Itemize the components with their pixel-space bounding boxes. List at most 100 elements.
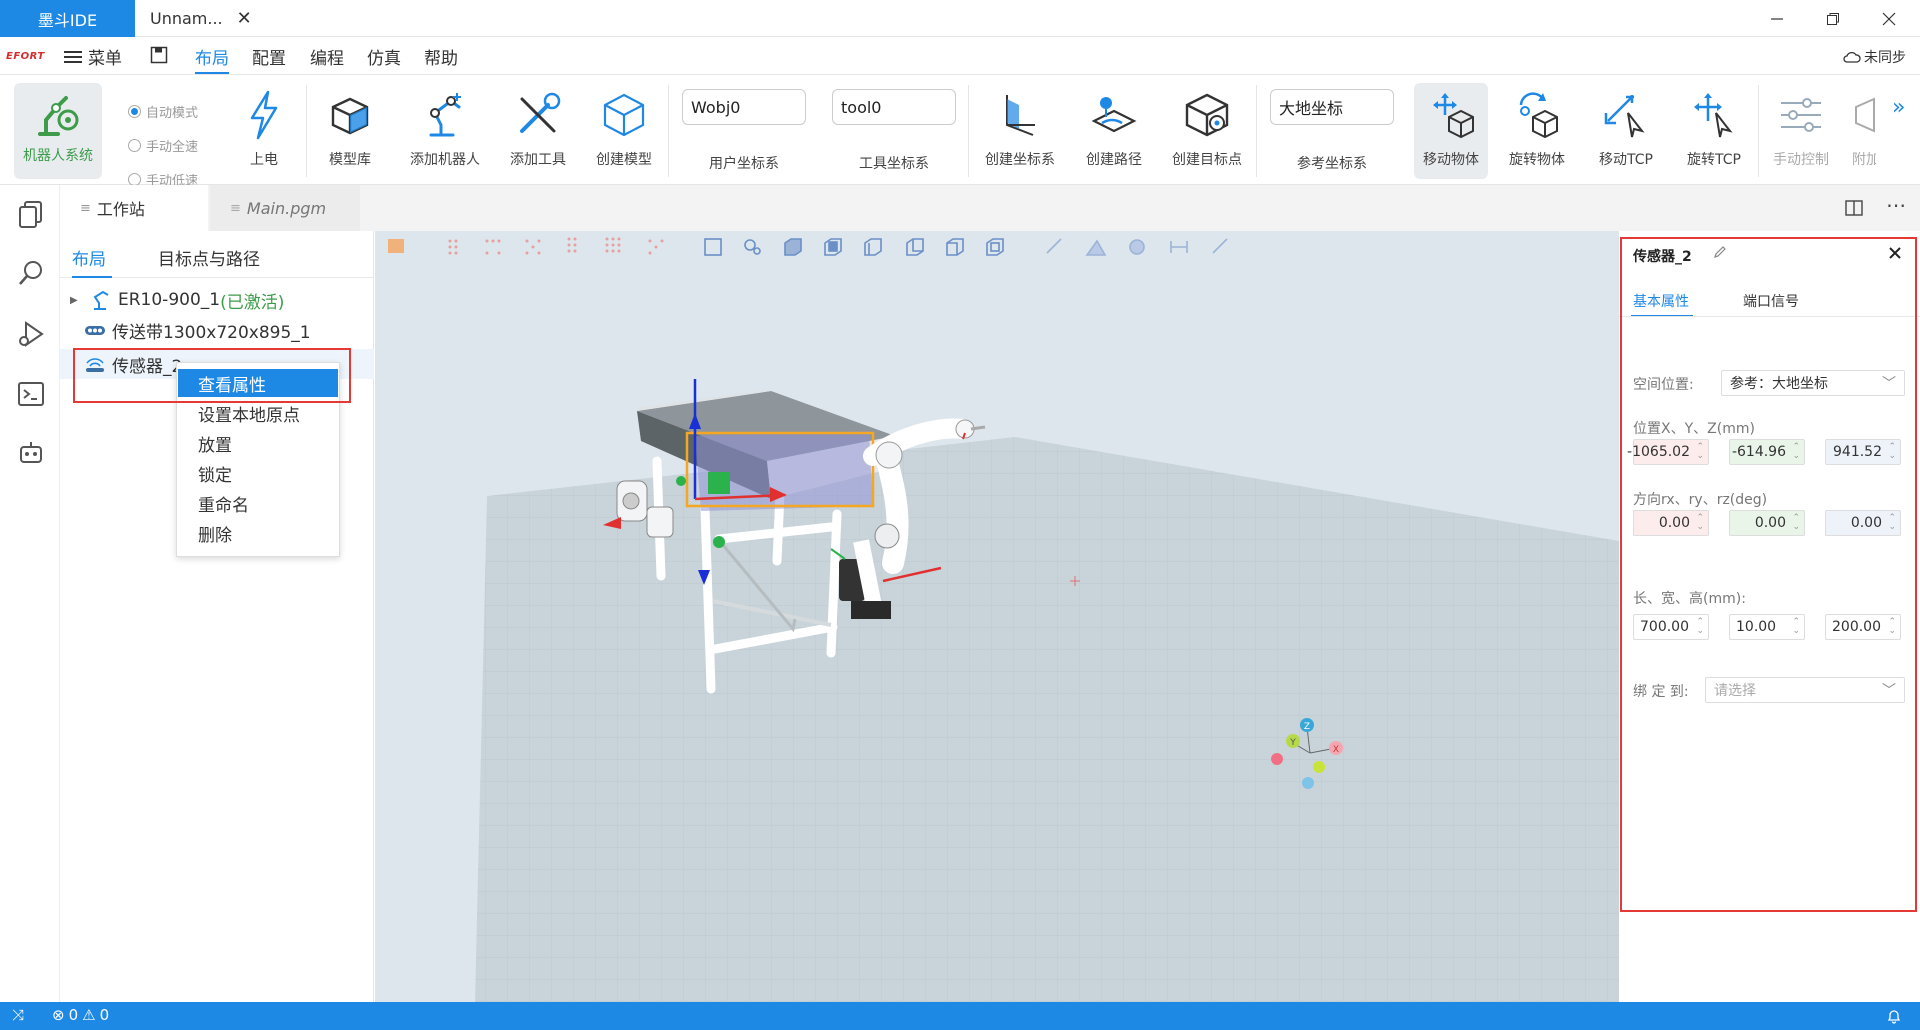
create-frame-button[interactable]: 创建坐标系 xyxy=(980,83,1060,179)
model-library-label: 模型库 xyxy=(329,152,371,168)
move-cube-icon xyxy=(1427,83,1475,147)
save-icon[interactable] xyxy=(150,46,168,64)
run-debug-icon[interactable] xyxy=(16,319,46,349)
robot-arm-icon xyxy=(421,83,469,147)
ctx-place[interactable]: 放置 xyxy=(178,429,338,457)
rotate-object-label: 旋转物体 xyxy=(1509,152,1565,168)
add-robot-button[interactable]: 添加机器人 xyxy=(402,83,488,179)
tree-item-conveyor[interactable]: 传送带1300x720x895_1 xyxy=(84,316,311,344)
rotate-tcp-icon xyxy=(1690,83,1738,147)
rotate-cube-icon xyxy=(1513,83,1561,147)
search-icon[interactable] xyxy=(16,258,46,288)
move-tcp-button[interactable]: 移动TCP xyxy=(1590,83,1662,179)
tree-conveyor-label: 传送带1300x720x895_1 xyxy=(112,322,311,343)
tool-frame-select[interactable]: tool0 xyxy=(832,89,956,125)
doc-lines-icon: ≡ xyxy=(80,200,91,216)
sync-status[interactable]: 未同步 xyxy=(1843,47,1906,67)
gizmo-center[interactable] xyxy=(708,472,730,494)
remote-icon[interactable]: ⤨ xyxy=(12,1006,24,1024)
frame-icon xyxy=(997,83,1043,147)
manual-control-label: 手动控制 xyxy=(1773,152,1829,168)
ctx-lock[interactable]: 锁定 xyxy=(178,459,338,487)
lightning-icon xyxy=(246,83,282,147)
rotate-object-button[interactable]: 旋转物体 xyxy=(1502,83,1572,179)
sliders-icon xyxy=(1779,83,1823,147)
add-tool-label: 添加工具 xyxy=(510,152,566,168)
attach-button[interactable]: 附加 xyxy=(1852,83,1876,179)
panel-tab-targets[interactable]: 目标点与路径 xyxy=(158,245,260,270)
rotate-tcp-button[interactable]: 旋转TCP xyxy=(1676,83,1752,179)
attach-icon xyxy=(1852,83,1876,147)
reference-frame-label: 参考坐标系 xyxy=(1297,156,1367,172)
close-window-button[interactable] xyxy=(1861,0,1917,37)
doc-lines-icon: ≡ xyxy=(230,200,241,216)
robot-system-label: 机器人系统 xyxy=(23,148,93,164)
panel-tab-layout[interactable]: 布局 xyxy=(72,245,106,270)
file-tab-label: Unnam... xyxy=(150,9,223,28)
3d-viewport[interactable]: Z Y X xyxy=(375,231,1619,1002)
close-tab-icon[interactable]: ✕ xyxy=(237,8,252,29)
split-editor-icon[interactable] xyxy=(1845,200,1863,216)
menu-label: 菜单 xyxy=(88,49,122,69)
axis-y-label: Y xyxy=(1289,738,1296,748)
files-icon[interactable] xyxy=(16,199,46,229)
tab-main-pgm[interactable]: ≡ Main.pgm xyxy=(210,185,360,231)
create-path-button[interactable]: 创建路径 xyxy=(1078,83,1150,179)
create-target-label: 创建目标点 xyxy=(1172,152,1242,168)
minimize-button[interactable] xyxy=(1749,0,1805,37)
move-object-button[interactable]: 移动物体 xyxy=(1414,83,1488,179)
mode-auto-label: 自动模式 xyxy=(146,106,199,121)
tree-item-robot[interactable]: ▶ ER10-900_1 (已激活) xyxy=(70,286,284,314)
mode-manual-full-radio[interactable]: 手动全速 xyxy=(128,136,198,155)
bell-icon[interactable] xyxy=(1886,1008,1902,1024)
expand-arrow-icon[interactable]: ▶ xyxy=(70,295,84,306)
axis-z-label: Z xyxy=(1304,722,1310,732)
status-bar: ⤨ ⊗ 0 ⚠ 0 xyxy=(0,1002,1920,1030)
editor-tabs: ≡ 工作站 ≡ Main.pgm ⋯ xyxy=(60,185,1920,231)
tab-workstation-label: 工作站 xyxy=(96,200,145,219)
ribbon-more-icon[interactable]: » xyxy=(1892,95,1905,120)
robot-icon[interactable] xyxy=(16,438,46,468)
menu-tab-program[interactable]: 编程 xyxy=(310,44,344,69)
create-frame-label: 创建坐标系 xyxy=(985,152,1055,168)
terminal-icon[interactable] xyxy=(16,379,46,409)
ctx-delete[interactable]: 删除 xyxy=(178,519,338,547)
user-frame-label: 用户坐标系 xyxy=(709,156,779,172)
more-actions-icon[interactable]: ⋯ xyxy=(1886,193,1906,217)
create-model-button[interactable]: 创建模型 xyxy=(592,83,656,179)
file-tab[interactable]: Unnam... ✕ xyxy=(150,0,275,37)
power-on-button[interactable]: 上电 xyxy=(238,83,290,179)
tab-workstation[interactable]: ≡ 工作站 xyxy=(60,185,208,231)
user-frame-select[interactable]: Wobj0 xyxy=(682,89,806,125)
main-menu-button[interactable]: 菜单 xyxy=(64,44,122,69)
layout-panel: 布局 目标点与路径 ▶ ER10-900_1 (已激活) 传送带1300x720x… xyxy=(60,231,374,1002)
maximize-button[interactable] xyxy=(1805,0,1861,37)
move-object-label: 移动物体 xyxy=(1423,152,1479,168)
move-tcp-label: 移动TCP xyxy=(1599,152,1653,168)
mode-auto-radio[interactable]: 自动模式 xyxy=(128,102,198,121)
manual-control-button[interactable]: 手动控制 xyxy=(1768,83,1834,179)
annotation-box-properties xyxy=(1620,237,1917,912)
ctx-rename[interactable]: 重命名 xyxy=(178,489,338,517)
model-library-button[interactable]: 模型库 xyxy=(318,83,382,179)
menu-tab-sim[interactable]: 仿真 xyxy=(367,44,401,69)
view-toolbar xyxy=(388,237,1228,256)
error-count: 0 xyxy=(68,1006,79,1024)
create-target-button[interactable]: 创建目标点 xyxy=(1164,83,1250,179)
robot-system-button[interactable]: 机器人系统 xyxy=(14,83,102,179)
hamburger-icon xyxy=(64,50,82,63)
ctx-set-local-origin[interactable]: 设置本地原点 xyxy=(178,399,338,427)
warning-count: 0 xyxy=(99,1006,110,1024)
menu-tab-config[interactable]: 配置 xyxy=(252,44,286,69)
efort-logo: EFORT xyxy=(6,51,45,62)
app-tab[interactable]: 墨斗IDE xyxy=(0,0,135,37)
reference-frame-select[interactable]: 大地坐标 xyxy=(1270,89,1394,125)
add-tool-button[interactable]: 添加工具 xyxy=(502,83,574,179)
menu-tab-layout[interactable]: 布局 xyxy=(195,44,229,74)
menu-tab-help[interactable]: 帮助 xyxy=(424,44,458,69)
scene-canvas[interactable]: Z Y X xyxy=(375,231,1619,1002)
rotate-tcp-label: 旋转TCP xyxy=(1687,152,1741,168)
path-icon xyxy=(1090,83,1138,147)
tool-frame-label: 工具坐标系 xyxy=(859,156,929,172)
problems-indicator[interactable]: ⊗ 0 ⚠ 0 xyxy=(52,1006,109,1024)
